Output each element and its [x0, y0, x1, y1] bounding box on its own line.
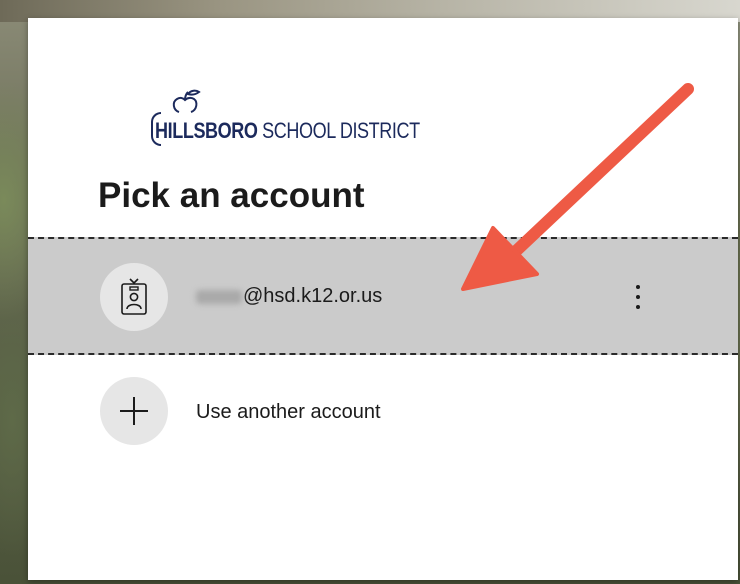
account-email: @hsd.k12.or.us [196, 285, 382, 308]
use-another-account-tile[interactable]: Use another account [28, 355, 738, 473]
account-email-domain: @hsd.k12.or.us [243, 285, 383, 307]
apple-icon [172, 89, 201, 113]
id-badge-icon [121, 278, 147, 315]
page-title: Pick an account [98, 176, 365, 215]
more-options-icon [636, 285, 640, 289]
use-another-account-label: Use another account [196, 401, 381, 423]
account-tile[interactable]: @hsd.k12.or.us [28, 237, 738, 355]
district-name-regular: SCHOOL DISTRICT [262, 118, 420, 143]
redacted-username [196, 289, 242, 304]
account-picker-dialog: HILLSBORO SCHOOL DISTRICT Pick an accoun… [28, 18, 738, 580]
more-options-button[interactable] [626, 277, 650, 317]
account-avatar [100, 263, 168, 331]
district-name-bold: HILLSBORO [155, 118, 258, 143]
plus-icon [100, 377, 168, 445]
district-logo: HILLSBORO SCHOOL DISTRICT [151, 89, 478, 146]
district-name: HILLSBORO SCHOOL DISTRICT [155, 118, 420, 144]
